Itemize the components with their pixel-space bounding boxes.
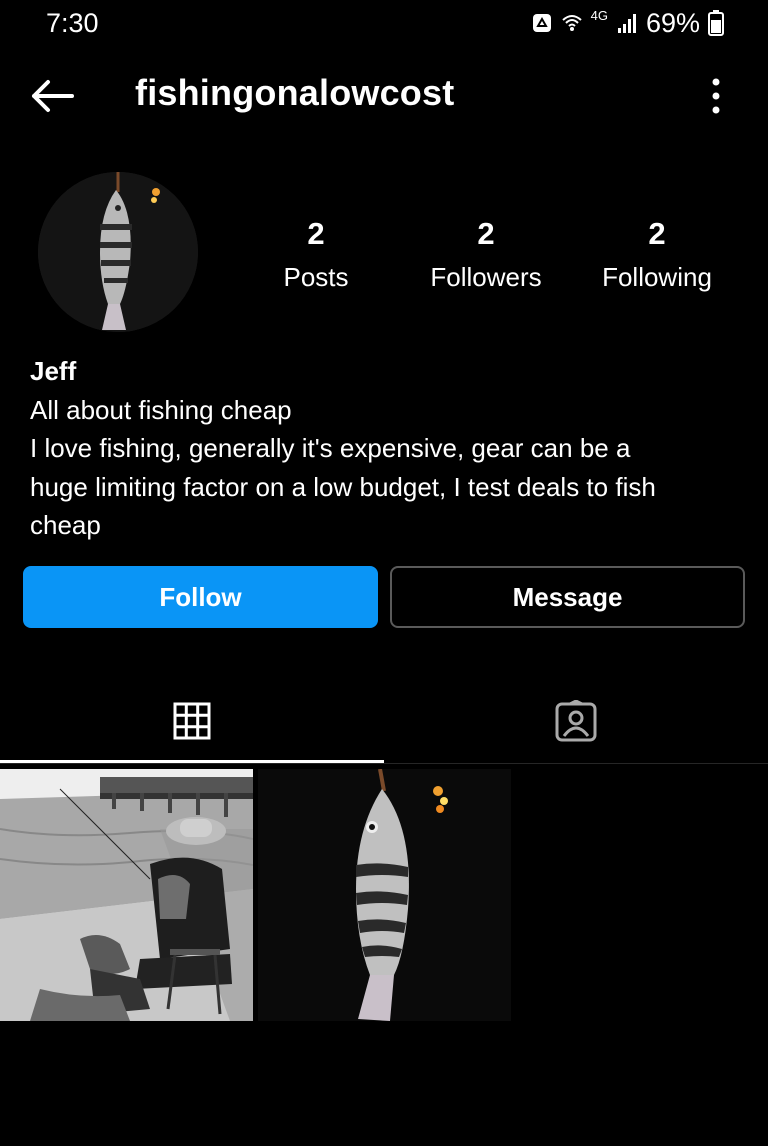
grid-icon <box>173 702 211 740</box>
following-count: 2 <box>648 216 666 251</box>
message-button[interactable]: Message <box>390 566 745 628</box>
wifi-calling-icon <box>561 15 582 31</box>
profile-header: fishingonalowcost <box>0 62 768 132</box>
bio-line: cheap <box>30 510 101 540</box>
bio-line: All about fishing cheap <box>30 394 292 425</box>
post-thumbnail[interactable] <box>258 769 511 1021</box>
bio-line: I love fishing, generally it's expensive… <box>30 433 631 463</box>
status-time: 7:30 <box>46 8 99 38</box>
arrow-left-icon[interactable] <box>28 76 76 116</box>
tab-tagged[interactable] <box>384 680 768 762</box>
more-vertical-icon[interactable] <box>704 74 728 118</box>
post-thumbnail[interactable] <box>0 769 253 1021</box>
recycle-notification-icon <box>532 14 551 32</box>
followers-count: 2 <box>477 216 495 251</box>
bio-line: huge limiting factor on a low budget, I … <box>30 471 656 502</box>
posts-stat[interactable]: 2 Posts <box>231 214 401 300</box>
followers-stat[interactable]: 2 Followers <box>401 214 571 300</box>
tagged-person-icon <box>555 700 597 742</box>
tab-posts-grid[interactable] <box>0 680 384 762</box>
posts-count: 2 <box>307 216 325 251</box>
status-icons: 4G 69% <box>531 8 724 38</box>
signal-icon <box>617 14 636 33</box>
profile-display-name: Jeff <box>30 356 77 386</box>
following-label: Following <box>602 262 712 292</box>
battery-icon <box>708 10 724 36</box>
followers-label: Followers <box>430 262 542 292</box>
following-stat[interactable]: 2 Following <box>572 214 742 300</box>
fish-on-line-image <box>258 769 511 1021</box>
profile-username: fishingonalowcost <box>135 72 455 113</box>
network-type: 4G <box>590 7 608 23</box>
profile-bio: Jeff All about fishing cheap I love fish… <box>30 352 742 545</box>
status-bar: 7:30 4G 69% <box>0 0 768 48</box>
follow-button[interactable]: Follow <box>23 566 378 628</box>
posts-label: Posts <box>283 262 349 292</box>
tab-divider <box>0 763 768 764</box>
fish-photo-image <box>38 172 198 332</box>
battery-percent: 69% <box>645 7 700 38</box>
fisherman-on-pier-image <box>0 769 253 1021</box>
profile-avatar[interactable] <box>38 172 198 332</box>
